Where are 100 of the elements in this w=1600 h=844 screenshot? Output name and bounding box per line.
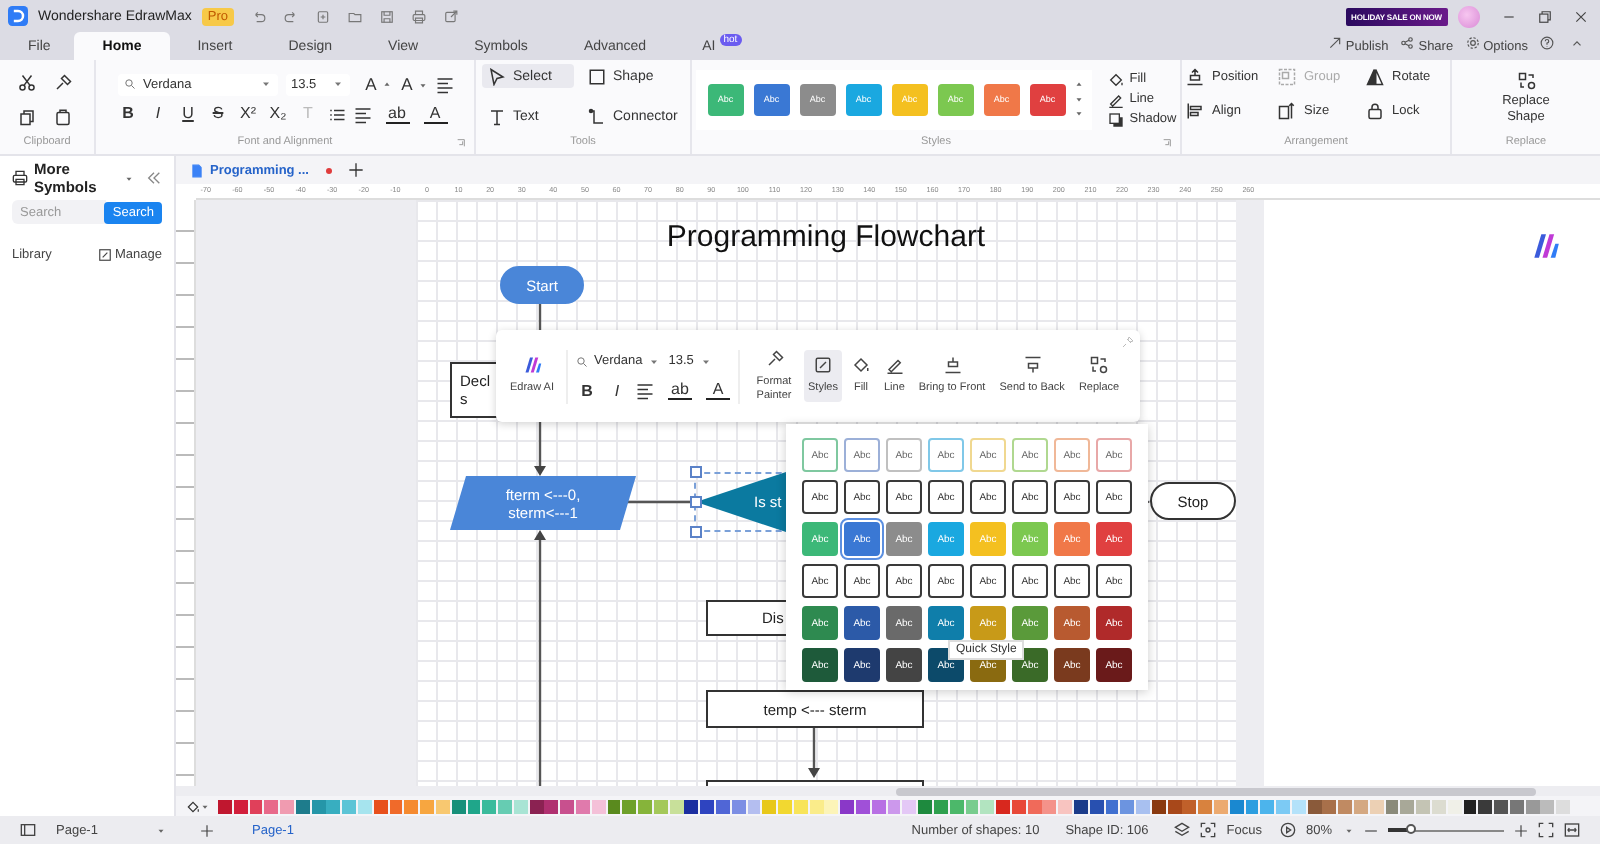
color-swatch[interactable] <box>887 799 901 813</box>
format-button[interactable]: X² <box>237 104 259 124</box>
color-swatch[interactable] <box>435 799 450 813</box>
color-swatch[interactable] <box>1260 799 1275 813</box>
format-button[interactable]: B <box>117 104 139 124</box>
color-swatch[interactable] <box>1463 799 1477 813</box>
paste-icon[interactable] <box>53 107 71 125</box>
color-swatch[interactable] <box>482 799 497 813</box>
color-swatch[interactable] <box>1447 799 1462 813</box>
scroll-up-icon[interactable] <box>1073 80 1084 90</box>
color-swatch[interactable] <box>1011 799 1026 813</box>
color-swatch[interactable] <box>653 799 668 813</box>
export-icon[interactable] <box>444 9 459 23</box>
color-swatch[interactable] <box>1089 799 1104 813</box>
color-swatch[interactable] <box>264 799 279 813</box>
color-swatch[interactable] <box>1073 799 1088 813</box>
font-size-button[interactable]: A <box>399 74 415 94</box>
dialog-launcher-icon[interactable] <box>1162 138 1172 148</box>
color-swatch[interactable] <box>311 799 326 813</box>
color-swatch[interactable] <box>358 799 372 813</box>
copy-icon[interactable] <box>17 107 35 125</box>
format-button[interactable]: I <box>606 381 628 401</box>
color-swatch[interactable] <box>747 799 761 813</box>
color-swatch[interactable] <box>1400 799 1415 813</box>
color-swatch[interactable] <box>1385 799 1399 813</box>
layers-icon[interactable] <box>1174 822 1191 838</box>
help-icon[interactable] <box>1540 36 1554 50</box>
save-icon[interactable] <box>380 9 395 23</box>
color-swatch[interactable] <box>716 799 730 813</box>
color-swatch[interactable] <box>1120 799 1135 813</box>
scroll-down-icon[interactable] <box>1073 94 1084 104</box>
fullscreen-icon[interactable] <box>1538 822 1554 838</box>
color-swatch[interactable] <box>1354 799 1368 813</box>
dialog-launcher-icon[interactable] <box>456 138 466 148</box>
color-swatch[interactable] <box>793 799 808 813</box>
horizontal-scrollbar[interactable] <box>896 787 1536 795</box>
undo-icon[interactable] <box>252 9 267 23</box>
zoom-slider-thumb[interactable] <box>1405 823 1416 833</box>
font-size-button[interactable]: A <box>363 74 379 94</box>
share-icon[interactable] <box>1400 36 1415 50</box>
color-swatch[interactable] <box>778 799 793 813</box>
collapse-icon[interactable] <box>1570 36 1584 50</box>
color-swatch[interactable] <box>1182 799 1197 813</box>
format-button[interactable]: U <box>177 104 199 124</box>
format-painter-icon[interactable] <box>53 73 71 91</box>
color-swatch[interactable] <box>871 799 886 813</box>
resize-handle[interactable] <box>690 496 702 508</box>
align-icon[interactable] <box>636 382 654 400</box>
color-swatch[interactable] <box>1509 799 1524 813</box>
collapse-panel-icon[interactable] <box>146 170 162 186</box>
zoom-in-icon[interactable] <box>1514 823 1528 837</box>
color-format-button[interactable]: A <box>706 382 730 400</box>
color-swatch[interactable] <box>1478 799 1493 813</box>
color-swatch[interactable] <box>420 799 435 813</box>
color-swatch[interactable] <box>1042 799 1057 813</box>
color-swatch[interactable] <box>622 799 637 813</box>
color-swatch[interactable] <box>218 799 232 813</box>
color-swatch[interactable] <box>1214 799 1228 813</box>
color-swatch[interactable] <box>1167 799 1182 813</box>
color-swatch[interactable] <box>918 799 933 813</box>
color-swatch[interactable] <box>902 799 917 813</box>
color-swatch[interactable] <box>591 799 606 813</box>
color-swatch[interactable] <box>280 799 295 813</box>
color-swatch[interactable] <box>467 799 481 813</box>
color-swatch[interactable] <box>840 799 855 813</box>
page-layout-icon[interactable] <box>20 822 36 838</box>
color-swatch[interactable] <box>700 799 715 813</box>
color-swatch[interactable] <box>295 799 310 813</box>
color-swatch[interactable] <box>1494 799 1508 813</box>
color-swatch[interactable] <box>342 799 357 813</box>
color-swatch[interactable] <box>684 799 699 813</box>
ai-logo-icon[interactable] <box>1532 232 1560 260</box>
color-swatch[interactable] <box>560 799 575 813</box>
bullet-list-icon[interactable] <box>327 105 345 123</box>
color-swatch[interactable] <box>1198 799 1213 813</box>
color-swatch[interactable] <box>1556 799 1571 813</box>
color-swatch[interactable] <box>1027 799 1042 813</box>
redo-icon[interactable] <box>284 9 299 23</box>
color-swatch[interactable] <box>996 799 1010 813</box>
color-swatch[interactable] <box>513 799 528 813</box>
manage-icon[interactable] <box>97 248 111 262</box>
color-swatch[interactable] <box>949 799 964 813</box>
color-swatch[interactable] <box>1431 799 1446 813</box>
color-swatch[interactable] <box>233 799 248 813</box>
color-swatch[interactable] <box>965 799 979 813</box>
color-swatch[interactable] <box>824 799 839 813</box>
format-button[interactable]: X₂ <box>267 104 289 124</box>
color-swatch[interactable] <box>809 799 824 813</box>
color-swatch[interactable] <box>1525 799 1540 813</box>
color-swatch[interactable] <box>762 799 777 813</box>
color-swatch[interactable] <box>575 799 590 813</box>
color-swatch[interactable] <box>389 799 403 813</box>
color-swatch[interactable] <box>638 799 652 813</box>
color-format-button[interactable]: A <box>423 105 447 123</box>
caret-icon[interactable] <box>1344 825 1354 835</box>
play-icon[interactable] <box>1279 822 1296 838</box>
format-button[interactable]: I <box>147 104 169 124</box>
new-tab-icon[interactable] <box>348 162 365 178</box>
settings-icon[interactable] <box>1465 36 1480 50</box>
color-swatch[interactable] <box>249 799 263 813</box>
